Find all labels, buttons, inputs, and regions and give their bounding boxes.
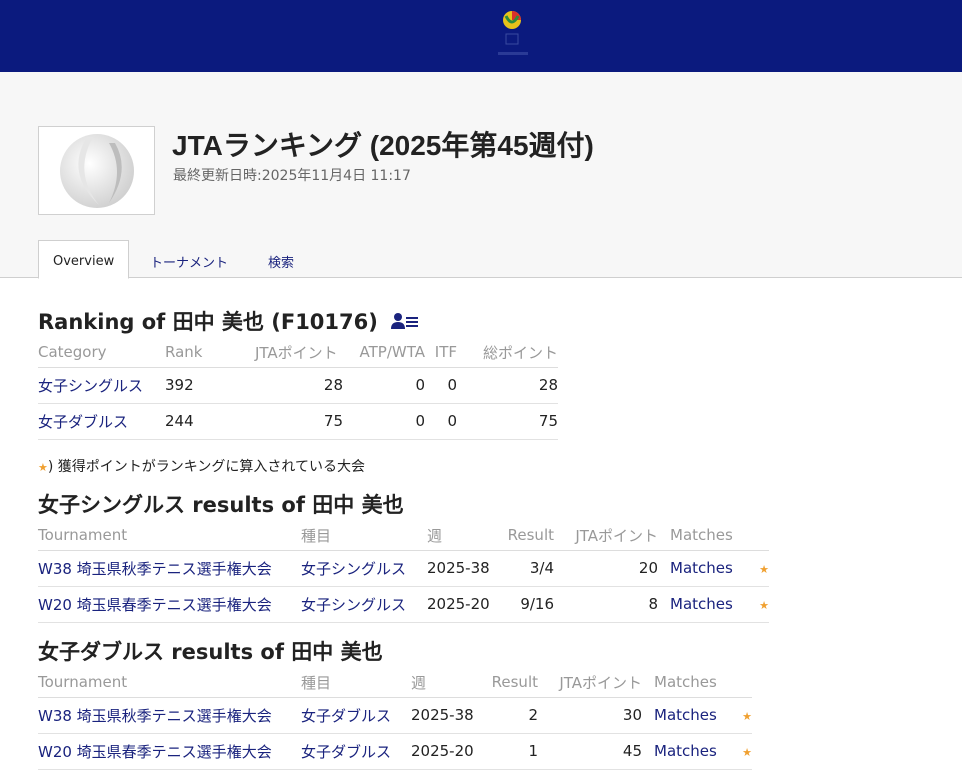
matches-link[interactable]: Matches bbox=[670, 559, 733, 577]
tab-overview[interactable]: Overview bbox=[38, 240, 130, 279]
column-header: Result bbox=[501, 521, 554, 551]
star-icon: ★ bbox=[38, 461, 48, 474]
result-cell: 9/16 bbox=[501, 586, 554, 623]
tournament-link[interactable]: W38 埼玉県秋季テニス選手権大会 bbox=[38, 707, 272, 725]
doubles-results-heading: 女子ダブルス results of 田中 美也 bbox=[38, 640, 383, 664]
event-link[interactable]: 女子シングルス bbox=[301, 560, 406, 578]
jta-points-cell: 45 bbox=[538, 733, 642, 770]
event-link[interactable]: 女子シングルス bbox=[301, 596, 406, 614]
star-icon: ★ bbox=[759, 599, 769, 612]
star-icon: ★ bbox=[742, 710, 752, 723]
tab-tournaments[interactable]: トーナメント bbox=[150, 240, 228, 279]
singles-results-table: Tournament 種目 週 Result JTAポイント Matches W… bbox=[38, 521, 769, 623]
column-header: Matches bbox=[658, 521, 743, 551]
jta-points-cell: 30 bbox=[538, 697, 642, 734]
column-header: 種目 bbox=[301, 668, 411, 698]
column-header: Result bbox=[485, 668, 538, 698]
column-header: JTAポイント bbox=[554, 521, 658, 551]
doubles-results-table: Tournament 種目 週 Result JTAポイント Matches W… bbox=[38, 668, 752, 770]
player-header: JTAランキング (2025年第45週付) 最終更新日時:2025年11月4日 … bbox=[0, 72, 962, 279]
column-header: 種目 bbox=[301, 521, 427, 551]
table-row: 女子シングルス 392 28 0 0 28 bbox=[38, 367, 558, 404]
atp-wta-cell: 0 bbox=[343, 403, 425, 440]
column-header: ATP/WTA bbox=[343, 338, 425, 368]
itf-cell: 0 bbox=[425, 403, 457, 440]
star-icon: ★ bbox=[759, 563, 769, 576]
ranking-heading: Ranking of 田中 美也 (F10176) bbox=[38, 306, 419, 336]
week-cell: 2025-20 bbox=[427, 586, 501, 623]
column-header: Category bbox=[38, 338, 165, 368]
total-points-cell: 75 bbox=[457, 403, 558, 440]
matches-link[interactable]: Matches bbox=[670, 595, 733, 613]
column-header: JTAポイント bbox=[255, 338, 343, 368]
rank-cell: 392 bbox=[165, 367, 255, 404]
week-cell: 2025-20 bbox=[411, 733, 485, 770]
total-points-cell: 28 bbox=[457, 367, 558, 404]
jta-points-cell: 28 bbox=[255, 367, 343, 404]
star-icon: ★ bbox=[742, 746, 752, 759]
table-row: W20 埼玉県春季テニス選手権大会 女子シングルス 2025-20 9/16 8… bbox=[38, 586, 769, 623]
ranking-heading-text: Ranking of 田中 美也 (F10176) bbox=[38, 310, 378, 334]
table-row: W20 埼玉県春季テニス選手権大会 女子ダブルス 2025-20 1 45 Ma… bbox=[38, 733, 752, 770]
top-bar bbox=[0, 0, 962, 72]
itf-cell: 0 bbox=[425, 367, 457, 404]
matches-link[interactable]: Matches bbox=[654, 706, 717, 724]
tab-search[interactable]: 検索 bbox=[268, 240, 294, 279]
week-cell: 2025-38 bbox=[411, 697, 485, 734]
column-header: ITF bbox=[425, 338, 457, 368]
last-updated-text: 最終更新日時:2025年11月4日 11:17 bbox=[173, 168, 411, 184]
legend-note: ★) 獲得ポイントがランキングに算入されている大会 bbox=[38, 456, 365, 476]
table-row: 女子ダブルス 244 75 0 0 75 bbox=[38, 403, 558, 440]
matches-link[interactable]: Matches bbox=[654, 742, 717, 760]
legend-note-text: ) 獲得ポイントがランキングに算入されている大会 bbox=[47, 459, 365, 475]
table-row: W38 埼玉県秋季テニス選手権大会 女子ダブルス 2025-38 2 30 Ma… bbox=[38, 697, 752, 734]
jta-points-cell: 20 bbox=[554, 550, 658, 587]
column-header: Tournament bbox=[38, 668, 301, 698]
column-header: Rank bbox=[165, 338, 255, 368]
category-link[interactable]: 女子シングルス bbox=[38, 377, 143, 395]
event-link[interactable]: 女子ダブルス bbox=[301, 743, 391, 761]
rank-cell: 244 bbox=[165, 403, 255, 440]
table-header-row: Tournament 種目 週 Result JTAポイント Matches bbox=[38, 521, 769, 551]
tennis-logo-icon[interactable] bbox=[492, 8, 532, 62]
tournament-link[interactable]: W38 埼玉県秋季テニス選手権大会 bbox=[38, 560, 272, 578]
player-profile-icon[interactable] bbox=[391, 311, 419, 335]
column-header: Tournament bbox=[38, 521, 301, 551]
atp-wta-cell: 0 bbox=[343, 367, 425, 404]
column-header: 週 bbox=[427, 521, 501, 551]
singles-results-heading: 女子シングルス results of 田中 美也 bbox=[38, 493, 404, 517]
tournament-link[interactable]: W20 埼玉県春季テニス選手権大会 bbox=[38, 743, 272, 761]
ranking-table: Category Rank JTAポイント ATP/WTA ITF 総ポイント … bbox=[38, 338, 558, 440]
ranking-logo-image bbox=[38, 126, 155, 215]
column-header: Matches bbox=[642, 668, 726, 698]
tournament-link[interactable]: W20 埼玉県春季テニス選手権大会 bbox=[38, 596, 272, 614]
category-link[interactable]: 女子ダブルス bbox=[38, 413, 128, 431]
jta-points-cell: 8 bbox=[554, 586, 658, 623]
table-row: W38 埼玉県秋季テニス選手権大会 女子シングルス 2025-38 3/4 20… bbox=[38, 550, 769, 587]
column-header: JTAポイント bbox=[538, 668, 642, 698]
column-header: 週 bbox=[411, 668, 485, 698]
result-cell: 2 bbox=[485, 697, 538, 734]
page-title: JTAランキング (2025年第45週付) bbox=[172, 130, 594, 161]
result-cell: 1 bbox=[485, 733, 538, 770]
column-header: 総ポイント bbox=[457, 338, 558, 368]
result-cell: 3/4 bbox=[501, 550, 554, 587]
table-header-row: Category Rank JTAポイント ATP/WTA ITF 総ポイント bbox=[38, 338, 558, 368]
event-link[interactable]: 女子ダブルス bbox=[301, 707, 391, 725]
week-cell: 2025-38 bbox=[427, 550, 501, 587]
jta-points-cell: 75 bbox=[255, 403, 343, 440]
table-header-row: Tournament 種目 週 Result JTAポイント Matches bbox=[38, 668, 752, 698]
